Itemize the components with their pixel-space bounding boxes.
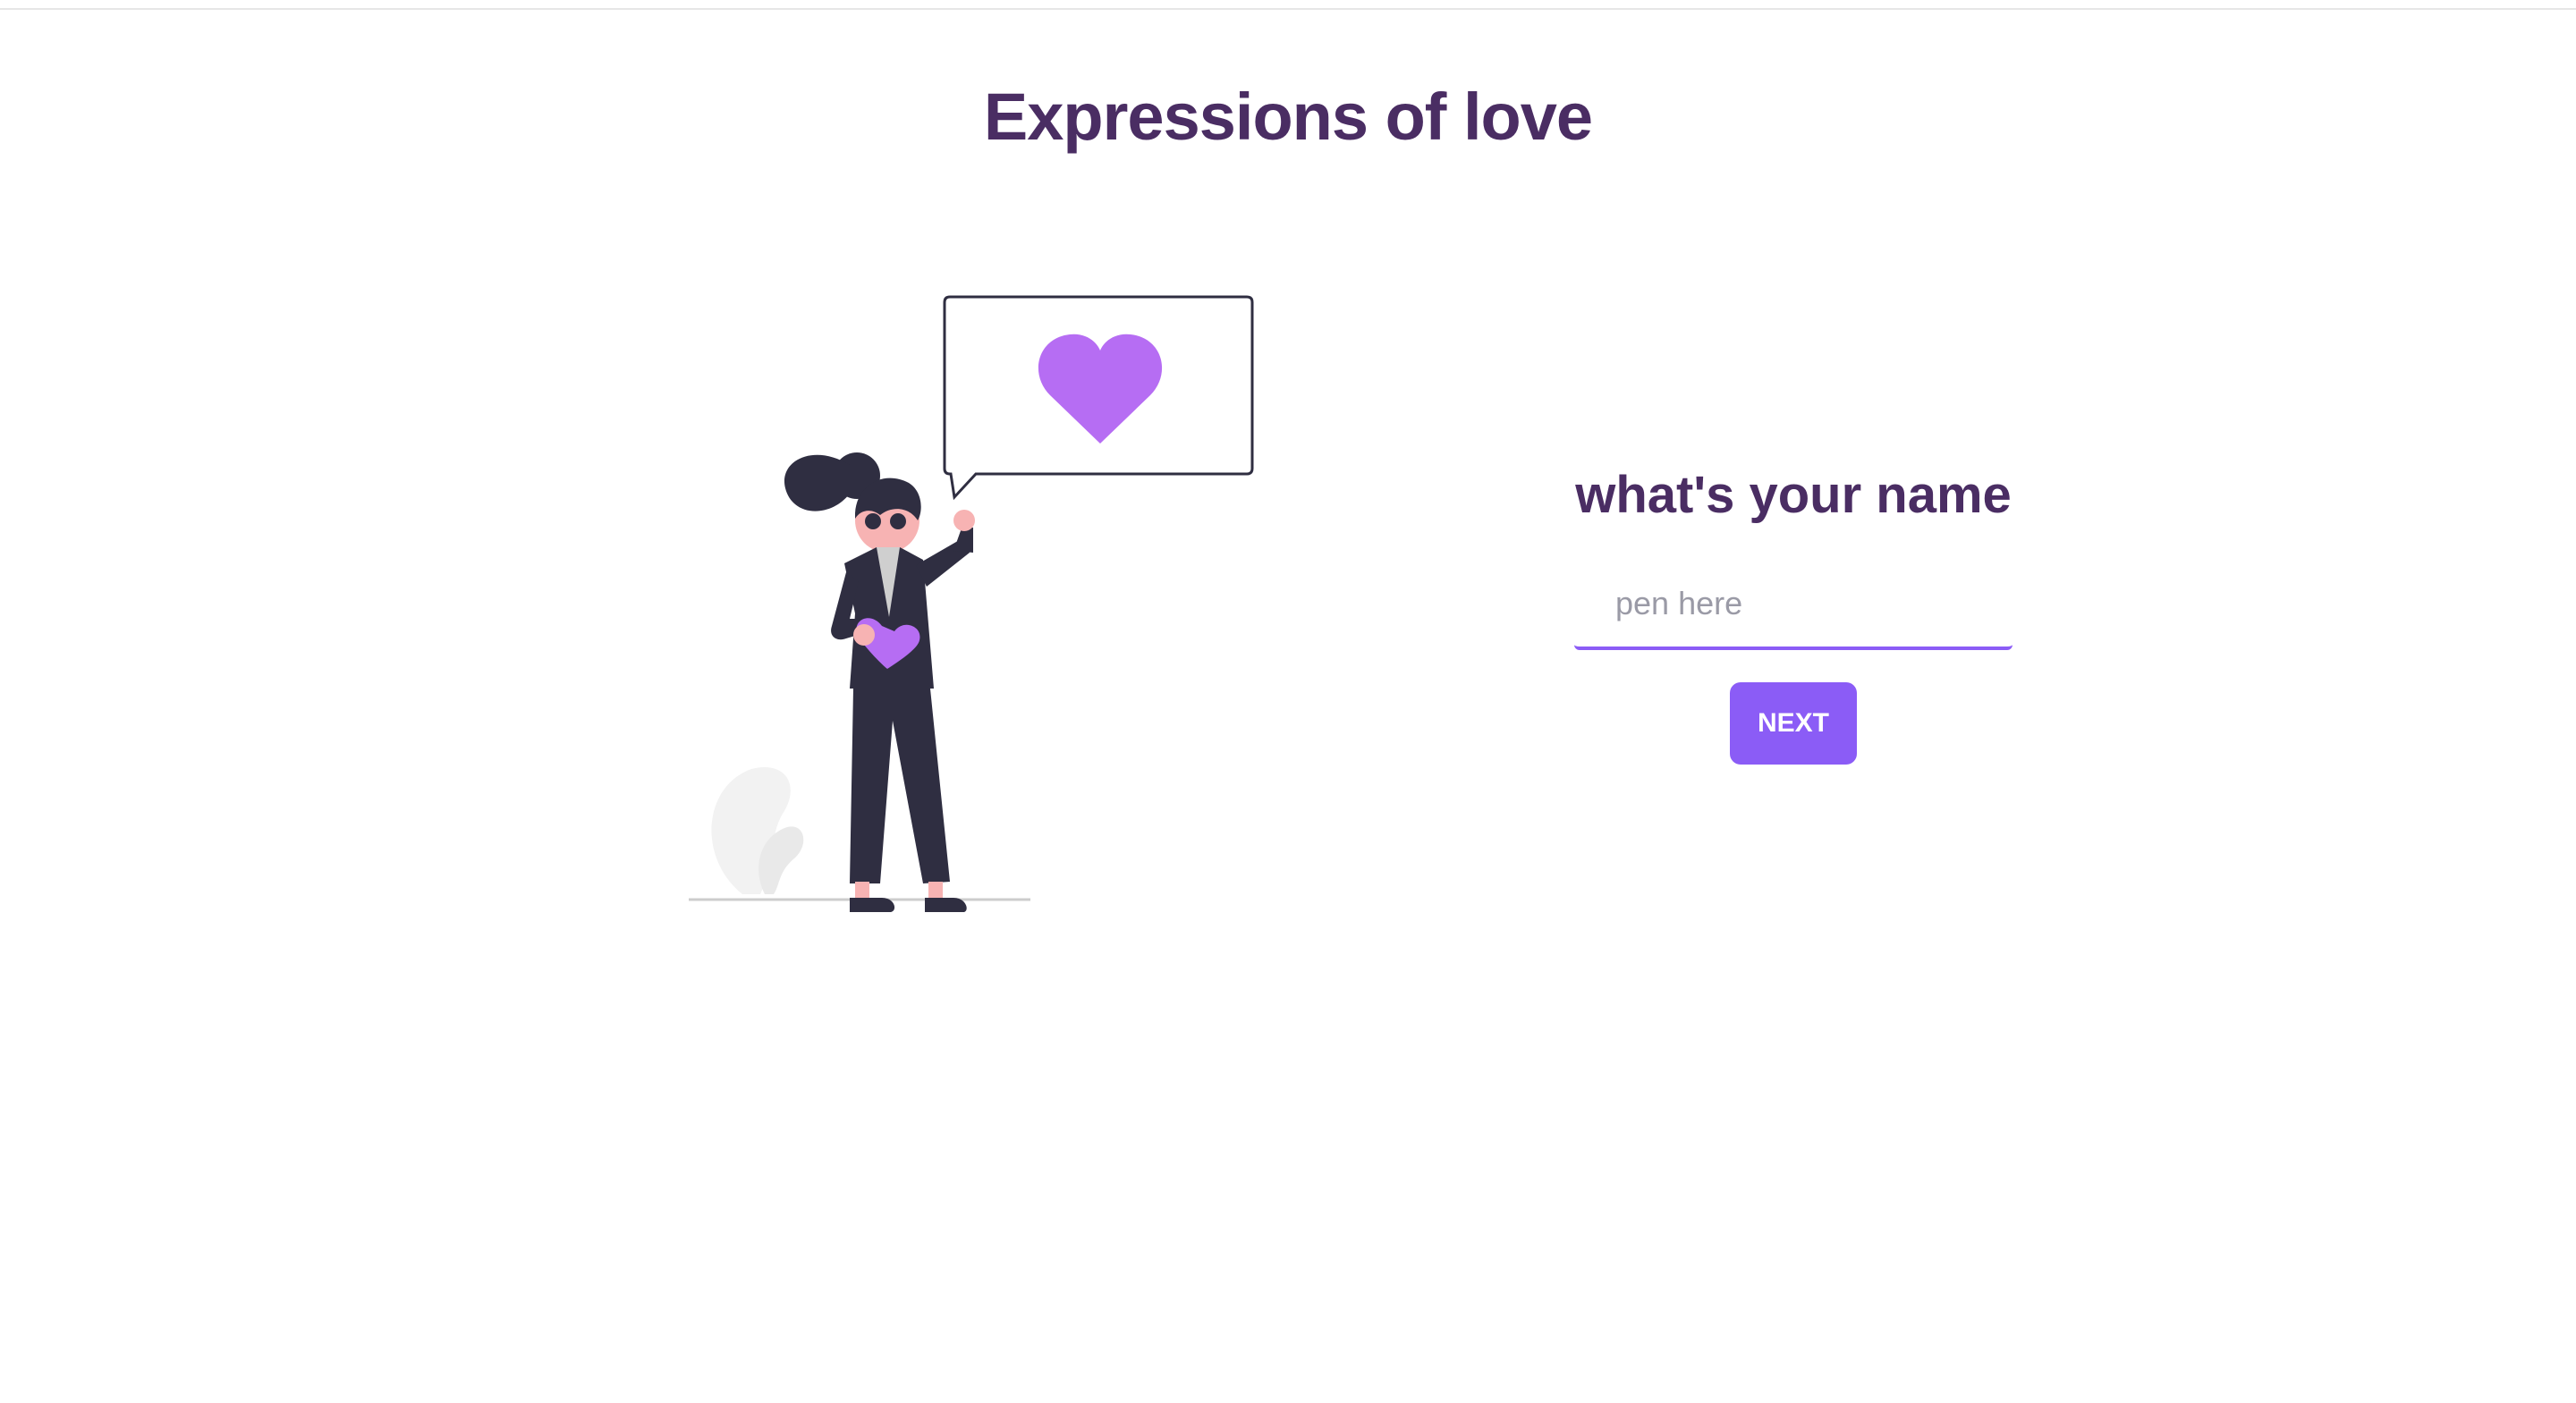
- top-divider: [0, 8, 2576, 10]
- plant-icon: [711, 767, 804, 894]
- name-prompt-heading: what's your name: [1575, 466, 2012, 524]
- page-title: Expressions of love: [983, 80, 1593, 154]
- illustration-svg: [689, 295, 1254, 912]
- woman-figure: [784, 452, 975, 912]
- name-input-wrapper: [1574, 561, 2012, 650]
- page: Expressions of love what's your name pen…: [0, 0, 2576, 1403]
- name-form: what's your name NEXT: [1574, 465, 2012, 765]
- next-button[interactable]: NEXT: [1730, 682, 1857, 765]
- woman-with-heart-illustration: [680, 286, 1270, 912]
- name-input[interactable]: [1574, 561, 2012, 647]
- speech-bubble: [943, 295, 1254, 501]
